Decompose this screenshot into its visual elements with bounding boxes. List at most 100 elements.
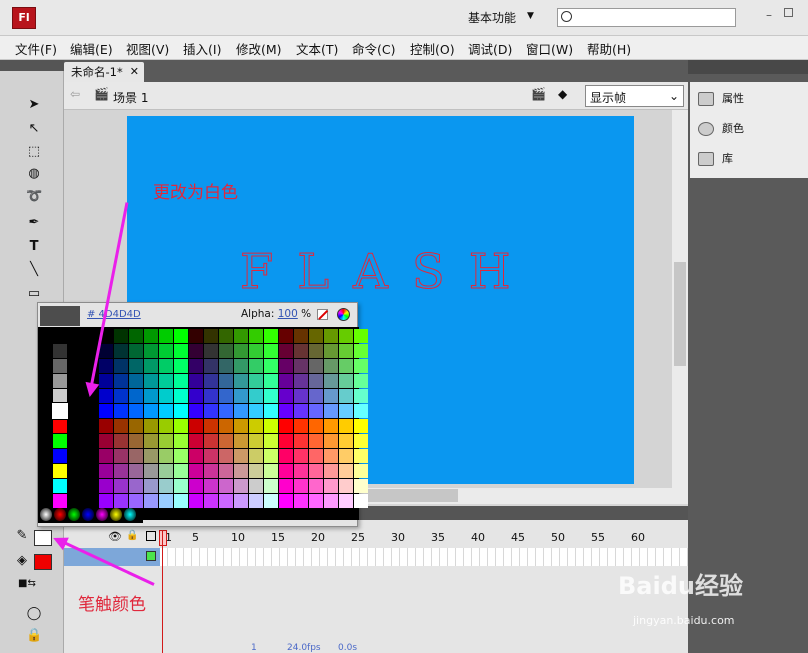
color-swatch[interactable] xyxy=(279,464,293,478)
color-swatch[interactable] xyxy=(219,464,233,478)
color-swatch[interactable] xyxy=(129,464,143,478)
color-swatch[interactable] xyxy=(204,359,218,373)
color-swatch[interactable] xyxy=(204,374,218,388)
color-swatch[interactable] xyxy=(144,449,158,463)
color-swatch[interactable] xyxy=(249,404,263,418)
color-swatch[interactable] xyxy=(144,464,158,478)
color-swatch[interactable] xyxy=(144,404,158,418)
color-swatch[interactable] xyxy=(114,494,128,508)
color-swatch[interactable] xyxy=(354,419,368,433)
color-swatch[interactable] xyxy=(234,479,248,493)
color-swatch[interactable] xyxy=(309,494,323,508)
color-swatch[interactable] xyxy=(249,344,263,358)
gray-swatch[interactable] xyxy=(53,374,67,388)
color-swatch[interactable] xyxy=(264,389,278,403)
color-swatch[interactable] xyxy=(99,434,113,448)
color-swatch[interactable] xyxy=(219,449,233,463)
color-swatch[interactable] xyxy=(339,464,353,478)
color-swatch[interactable] xyxy=(294,434,308,448)
color-swatch[interactable] xyxy=(279,389,293,403)
color-swatch[interactable] xyxy=(264,419,278,433)
color-swatch[interactable] xyxy=(309,389,323,403)
color-swatch[interactable] xyxy=(159,494,173,508)
zoom-select[interactable]: 显示帧 ⌄ xyxy=(585,85,684,107)
color-swatch[interactable] xyxy=(159,344,173,358)
color-swatch[interactable] xyxy=(324,434,338,448)
color-swatch[interactable] xyxy=(159,329,173,343)
color-swatch[interactable] xyxy=(99,404,113,418)
3d-rotation-tool-icon[interactable]: ◍ xyxy=(26,166,42,182)
color-swatch[interactable] xyxy=(99,344,113,358)
subselection-tool-icon[interactable]: ↖ xyxy=(26,121,42,137)
color-swatch[interactable] xyxy=(294,329,308,343)
color-swatch[interactable] xyxy=(324,479,338,493)
color-swatch[interactable] xyxy=(129,449,143,463)
color-swatch[interactable] xyxy=(294,479,308,493)
gradient-swatch[interactable] xyxy=(96,508,108,521)
color-swatch[interactable] xyxy=(309,479,323,493)
menu-insert[interactable]: 插入(I) xyxy=(183,39,221,58)
menu-commands[interactable]: 命令(C) xyxy=(352,39,395,58)
color-swatch[interactable] xyxy=(219,344,233,358)
color-swatch[interactable] xyxy=(234,494,248,508)
color-swatch[interactable] xyxy=(99,374,113,388)
color-swatch[interactable] xyxy=(99,359,113,373)
color-swatch[interactable] xyxy=(234,344,248,358)
color-swatch[interactable] xyxy=(189,434,203,448)
color-swatch[interactable] xyxy=(249,419,263,433)
color-swatch[interactable] xyxy=(189,404,203,418)
color-swatch[interactable] xyxy=(159,434,173,448)
color-swatch[interactable] xyxy=(309,449,323,463)
color-swatch[interactable] xyxy=(324,389,338,403)
gray-swatch[interactable] xyxy=(53,464,67,478)
color-swatch[interactable] xyxy=(339,494,353,508)
color-swatch[interactable] xyxy=(219,434,233,448)
color-swatch[interactable] xyxy=(324,359,338,373)
color-swatch[interactable] xyxy=(354,464,368,478)
color-swatch[interactable] xyxy=(114,434,128,448)
color-swatch[interactable] xyxy=(354,329,368,343)
color-swatch[interactable] xyxy=(279,479,293,493)
color-swatch[interactable] xyxy=(159,479,173,493)
gray-swatch[interactable] xyxy=(53,344,67,358)
back-arrow-icon[interactable]: ⇦ xyxy=(70,87,80,101)
close-icon[interactable]: ✕ xyxy=(130,62,139,82)
free-transform-tool-icon[interactable]: ⬚ xyxy=(26,144,42,160)
color-swatch[interactable] xyxy=(174,464,188,478)
color-swatch[interactable] xyxy=(174,479,188,493)
color-swatch[interactable] xyxy=(174,404,188,418)
color-swatch[interactable] xyxy=(264,404,278,418)
menu-control[interactable]: 控制(O) xyxy=(410,39,455,58)
color-swatch[interactable] xyxy=(144,389,158,403)
color-swatch[interactable] xyxy=(114,329,128,343)
menu-file[interactable]: 文件(F) xyxy=(15,39,57,58)
color-swatch[interactable] xyxy=(339,344,353,358)
color-swatch[interactable] xyxy=(189,359,203,373)
color-swatch[interactable] xyxy=(249,449,263,463)
color-swatch[interactable] xyxy=(339,374,353,388)
color-swatch[interactable] xyxy=(279,329,293,343)
hex-value[interactable]: # 4D4D4D xyxy=(87,309,141,320)
color-swatch[interactable] xyxy=(174,329,188,343)
color-swatch[interactable] xyxy=(144,374,158,388)
color-swatch[interactable] xyxy=(294,344,308,358)
color-swatch[interactable] xyxy=(294,359,308,373)
eye-icon[interactable]: 👁 xyxy=(108,530,122,543)
color-swatch[interactable] xyxy=(324,419,338,433)
color-swatch[interactable] xyxy=(354,449,368,463)
snap-icon[interactable]: ◯ xyxy=(26,606,42,622)
stage-text[interactable]: FLASH xyxy=(240,244,535,301)
color-swatch[interactable] xyxy=(309,464,323,478)
minimize-button[interactable]: – xyxy=(766,8,772,22)
color-swatch[interactable] xyxy=(114,464,128,478)
color-swatch[interactable] xyxy=(234,464,248,478)
gradient-swatch[interactable] xyxy=(54,508,66,521)
color-swatch[interactable] xyxy=(174,494,188,508)
color-swatch[interactable] xyxy=(264,359,278,373)
color-swatch[interactable] xyxy=(204,389,218,403)
color-swatch[interactable] xyxy=(339,404,353,418)
edit-scene-icon[interactable]: 🎬 xyxy=(531,87,546,101)
color-swatch[interactable] xyxy=(204,479,218,493)
color-swatch[interactable] xyxy=(174,434,188,448)
gray-swatch[interactable] xyxy=(53,434,67,448)
